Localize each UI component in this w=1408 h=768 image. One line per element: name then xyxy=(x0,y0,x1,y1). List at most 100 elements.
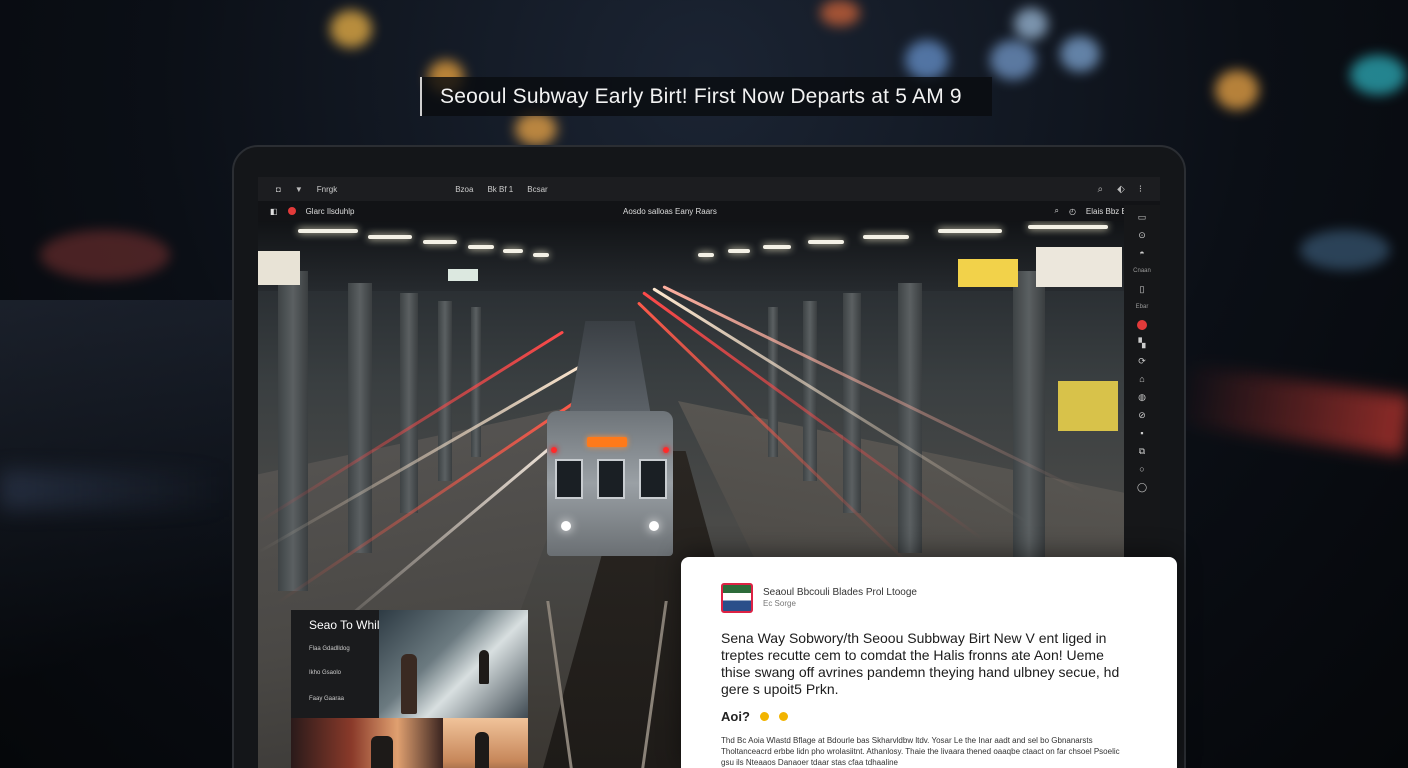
gallery-image[interactable] xyxy=(379,610,528,718)
red-dot-icon[interactable] xyxy=(1132,319,1152,331)
back-icon[interactable]: ◧ xyxy=(270,207,278,216)
globe-icon[interactable]: ◍ xyxy=(1132,391,1152,403)
gallery-line: Faay Gaaraa xyxy=(309,696,345,702)
bokeh-light xyxy=(905,40,949,80)
gallery-line: Ikho Gsaolo xyxy=(309,670,342,676)
headline-banner: Seooul Subway Early Birt! First Now Depa… xyxy=(420,77,992,116)
ceiling-light xyxy=(503,249,523,253)
train-headlight xyxy=(561,521,571,531)
tag-icon[interactable]: ⌂ xyxy=(1132,373,1152,385)
ceiling-light xyxy=(468,245,494,249)
compass-icon[interactable]: ⊙ xyxy=(1132,229,1152,241)
browser-tab[interactable]: Bcsar xyxy=(527,185,547,194)
pillar xyxy=(843,293,861,513)
ceiling-light xyxy=(423,240,457,244)
browser-tab[interactable]: Fnrgk xyxy=(317,185,337,194)
station-sign xyxy=(1036,247,1122,287)
site-brand[interactable]: Glarc Ilsduhlp xyxy=(306,207,355,216)
ceiling-light xyxy=(698,253,714,257)
background-blue-streak xyxy=(0,470,230,510)
status-dot-icon xyxy=(759,712,769,721)
destination-display xyxy=(587,437,627,447)
shield-icon: ▼ xyxy=(294,184,303,194)
pillar xyxy=(348,283,372,553)
window-menu-icon[interactable]: ◘ xyxy=(276,185,281,194)
ceiling-light xyxy=(808,240,844,244)
train-roof xyxy=(569,321,651,416)
pillar xyxy=(438,301,452,481)
search-icon[interactable]: ⌕ xyxy=(1054,206,1058,216)
ceiling-light xyxy=(863,235,909,239)
site-header: ◧ Glarc Ilsduhlp Aosdo salloas Eany Raar… xyxy=(258,201,1160,221)
ceiling-light xyxy=(938,229,1002,233)
bokeh-light xyxy=(1300,230,1390,270)
gallery-image[interactable] xyxy=(443,718,528,768)
note-icon[interactable]: ▪ xyxy=(1132,427,1152,439)
gallery-image[interactable] xyxy=(291,718,443,768)
bokeh-light xyxy=(40,230,170,280)
link-icon[interactable]: ⊘ xyxy=(1132,409,1152,421)
pillar xyxy=(898,283,922,553)
browser-tab[interactable]: Bzoa xyxy=(455,185,473,194)
more-icon[interactable]: ⁝ xyxy=(1139,184,1142,195)
bokeh-light xyxy=(330,10,372,48)
person-silhouette xyxy=(401,654,417,714)
chat-icon[interactable]: ◯ xyxy=(1132,481,1152,493)
train-window xyxy=(555,459,583,499)
train-marker-light xyxy=(663,447,669,453)
article-card[interactable]: Seaoul Bbcouli Blades Prol Ltooge Ec Sor… xyxy=(681,557,1177,768)
mask-icon[interactable]: ◓ xyxy=(1132,247,1152,259)
train-marker-light xyxy=(551,447,557,453)
ceiling-light xyxy=(533,253,549,257)
background-left-glow xyxy=(0,300,240,768)
bokeh-light xyxy=(1060,36,1100,72)
person-silhouette xyxy=(371,736,393,768)
bokeh-light xyxy=(820,0,860,26)
article-body: Sena Way Sobwory/th Seoou Subbway Birt N… xyxy=(721,630,1120,697)
person-silhouette xyxy=(475,732,489,768)
station-sign xyxy=(448,269,478,281)
article-source[interactable]: Seaoul Bbcouli Blades Prol Ltooge xyxy=(763,587,917,598)
ceiling-light xyxy=(298,229,358,233)
subway-train xyxy=(541,321,679,571)
bokeh-light xyxy=(1014,8,1048,40)
book-icon[interactable]: ▯ xyxy=(1132,283,1152,295)
train-window xyxy=(639,459,667,499)
train-window xyxy=(597,459,625,499)
bookmark-icon[interactable]: ▚ xyxy=(1132,337,1152,349)
gallery-panel[interactable]: Seao To Whiliagnerg INE? Flaa Gdadlldog … xyxy=(291,610,528,768)
browser-tab[interactable]: Bk Bf 1 xyxy=(487,185,513,194)
toolbar-label: Ebar xyxy=(1135,304,1149,310)
pillar xyxy=(400,293,418,513)
bokeh-light xyxy=(515,112,557,146)
clock-icon[interactable]: ◴ xyxy=(1069,207,1076,216)
ceiling-light xyxy=(763,245,791,249)
article-section-title: Aoi? xyxy=(721,709,750,724)
copy-icon[interactable]: ⧉ xyxy=(1132,445,1152,457)
publisher-logo xyxy=(721,583,753,613)
share-icon[interactable]: ⟳ xyxy=(1132,355,1152,367)
circle-icon[interactable]: ○ xyxy=(1132,463,1152,475)
page-title: Aosdo salloas Eany Raars xyxy=(623,206,717,216)
bokeh-light xyxy=(990,40,1036,80)
tool-icon[interactable]: ▭ xyxy=(1132,211,1152,223)
headline-text: Seooul Subway Early Birt! First Now Depa… xyxy=(440,84,962,108)
ceiling-light xyxy=(1028,225,1108,229)
article-section: Aoi? xyxy=(721,709,788,724)
train-headlight xyxy=(649,521,659,531)
gallery-line: Flaa Gdadlldog xyxy=(309,646,350,652)
record-icon xyxy=(287,207,296,215)
person-silhouette xyxy=(479,650,489,684)
station-sign xyxy=(258,251,300,285)
station-sign xyxy=(1058,381,1118,431)
browser-bar: ◘ ▼ Fnrgk Bzoa Bk Bf 1 Bcsar ⌕ ⬖ ⁝ xyxy=(258,177,1160,201)
ceiling-light xyxy=(368,235,412,239)
ceiling-light xyxy=(728,249,750,253)
search-icon[interactable]: ⌕ xyxy=(1098,184,1104,195)
bokeh-light xyxy=(1350,55,1406,95)
background-red-streak xyxy=(1174,364,1408,456)
pin-icon[interactable]: ⬖ xyxy=(1117,184,1125,195)
status-dot-icon xyxy=(778,712,788,721)
pillar xyxy=(278,271,308,591)
bokeh-light xyxy=(1215,70,1259,110)
